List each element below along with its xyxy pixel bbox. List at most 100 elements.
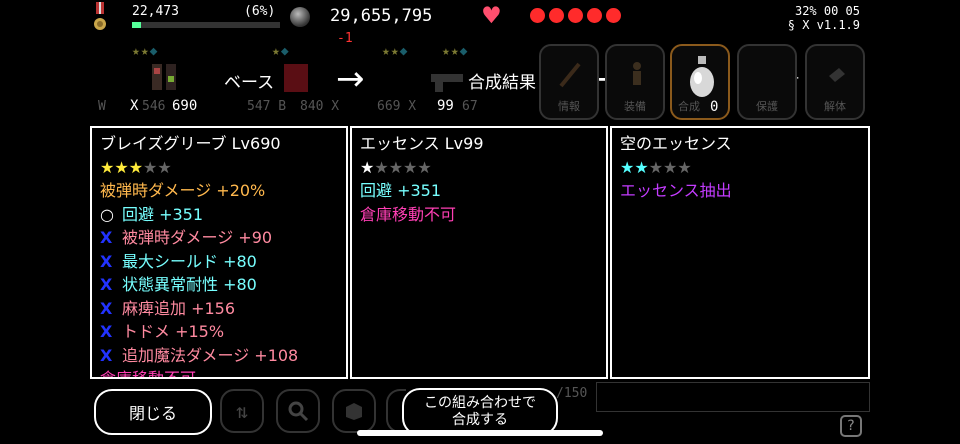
storage-button[interactable] <box>332 389 376 433</box>
base-sub-stat: X 最大シールド +80 <box>100 250 338 274</box>
base-sub-stat: ○ 回避 +351 <box>100 203 338 227</box>
sub-stat-text: 被弾時ダメージ +90 <box>122 228 273 247</box>
xp-progress-fill <box>132 22 141 28</box>
material-item-title: エッセンス Lv99 <box>360 134 484 153</box>
material-slot-level[interactable]: 99 <box>437 98 454 114</box>
sort-arrows-icon: ⇅ <box>235 399 249 423</box>
sort-button[interactable]: ⇅ <box>220 389 264 433</box>
slot4-ghost: 669 X <box>377 99 417 114</box>
tab-compose-label: 合成 <box>678 100 700 113</box>
base-slot-prefix: X <box>130 98 139 114</box>
gold-amount: 29,655,795 <box>330 6 433 26</box>
result-label: 合成結果 <box>468 73 536 93</box>
sword-icon <box>559 62 581 88</box>
base-item-title: ブレイズグリーブ Lv690 <box>100 134 281 153</box>
slot2-ghost: 547 B <box>247 99 287 114</box>
base-slot-stars: ★★◆ <box>132 44 159 59</box>
base-item-rarity: ★★★★★ <box>100 156 338 180</box>
sub-stat-text: 最大シールド +80 <box>122 251 257 271</box>
tab-equip[interactable]: 装備 <box>605 44 665 120</box>
result-item-rarity: ★★★★★ <box>620 156 860 180</box>
rarity-stars-empty: ★★★★ <box>374 157 432 177</box>
tab-compose[interactable]: 合成 0 <box>670 44 730 120</box>
compose-button-line1: この組み合わせで <box>424 395 536 411</box>
inactive-mark-icon: X <box>100 228 113 247</box>
heart-icon: ♥ <box>483 0 500 32</box>
active-mark-icon: ○ <box>100 204 114 224</box>
sub-stat-text: 回避 +351 <box>122 204 204 224</box>
magnifier-icon <box>288 401 309 422</box>
compose-button-line2: 合成する <box>452 412 508 428</box>
rarity-stars-filled: ★ <box>360 157 375 177</box>
material-stat: 回避 +351 <box>360 181 442 200</box>
tab-compose-count: 0 <box>710 99 719 115</box>
material-item-rarity: ★★★★★ <box>360 156 598 180</box>
gun-sprite-icon <box>431 74 463 92</box>
home-indicator <box>357 430 603 436</box>
material-item-panel: エッセンス Lv99 ★★★★★ 回避 +351 倉庫移動不可 <box>350 126 608 379</box>
medal-icon <box>94 2 106 30</box>
search-button[interactable] <box>276 389 320 433</box>
tab-dismantle[interactable]: 解体 <box>805 44 865 120</box>
base-slot-level[interactable]: 690 <box>172 98 197 114</box>
xp-percent: (6%) <box>244 4 276 19</box>
hp-dots <box>530 8 621 23</box>
rarity-stars-empty: ★★ <box>143 157 172 177</box>
hp-dot <box>530 8 545 23</box>
inactive-mark-icon: X <box>100 275 113 294</box>
base-sub-stat: X 被弾時ダメージ +90 <box>100 226 338 250</box>
tab-protect-label: 保護 <box>756 100 778 113</box>
slot2-stars: ★◆ <box>272 44 290 59</box>
tab-info[interactable]: 情報 <box>539 44 599 120</box>
system-info: 32% 00 05 § X v1.1.9 <box>788 4 860 32</box>
version-label: § X v1.1.9 <box>787 18 860 32</box>
hp-dot <box>568 8 583 23</box>
base-sub-stat: X 麻痺追加 +156 <box>100 297 338 321</box>
greaves-sprite-icon <box>152 64 176 90</box>
rarity-stars-filled: ★★★ <box>100 157 144 177</box>
base-sub-stat: X トドメ +15% <box>100 320 338 344</box>
armor-sprite-icon <box>284 64 308 92</box>
tab-protect[interactable]: 保護 <box>737 44 797 120</box>
hp-dot <box>549 8 564 23</box>
right-letterbox <box>880 0 960 444</box>
essence-vase-icon <box>690 56 714 97</box>
capacity-label: /150 <box>556 386 588 401</box>
material-slot-ghost-level: 67 <box>462 99 478 114</box>
result-note: エッセンス抽出 <box>620 181 732 200</box>
tab-dismantle-label: 解体 <box>824 100 846 113</box>
battery-time: 32% 00 05 <box>794 4 860 18</box>
composition-row: ★★◆ ★◆ ★★◆ ★★◆ W X 546 690 547 B 840 X 6… <box>92 44 512 120</box>
capacity-box <box>596 382 870 412</box>
box-icon <box>346 403 362 420</box>
inactive-mark-icon: X <box>100 345 113 365</box>
compose-button[interactable]: この組み合わせで 合成する <box>402 388 558 436</box>
inactive-mark-icon: X <box>100 298 113 318</box>
rarity-stars-filled: ★★ <box>620 157 649 177</box>
base-sub-stats: ○ 回避 +351 X 被弾時ダメージ +90 X 最大シールド +80 X 状態異常耐性 +… <box>100 203 338 368</box>
material-note: 倉庫移動不可 <box>360 204 457 224</box>
base-main-stat: 被弾時ダメージ +20% <box>100 181 266 200</box>
result-item-panel: 空のエッセンス ★★★★★ エッセンス抽出 <box>610 126 870 379</box>
base-slot-ghost-level: 546 <box>142 99 166 114</box>
sub-stat-text: 状態異常耐性 +80 <box>122 275 257 294</box>
slot3-stars: ★★◆ <box>382 44 409 59</box>
base-sub-stat: X 状態異常耐性 +80 <box>100 273 338 297</box>
help-button[interactable]: ? <box>840 415 862 437</box>
base-slot-ghost-letter: W <box>98 99 106 114</box>
xp-progress-bar <box>132 22 280 28</box>
hp-dot <box>587 8 602 23</box>
close-button[interactable]: 閉じる <box>94 389 212 435</box>
hp-dot <box>606 8 621 23</box>
xp-value: 22,473 <box>132 4 179 19</box>
sub-stat-text: 追加魔法ダメージ +108 <box>122 345 299 365</box>
figure-icon <box>633 62 641 85</box>
gold-orb-icon <box>290 7 310 27</box>
base-item-panel: ブレイズグリーブ Lv690 ★★★★★ 被弾時ダメージ +20% ○ 回避 +3… <box>90 126 348 379</box>
base-footer-note: 倉庫移動不可 <box>100 369 197 379</box>
sub-stat-text: トドメ +15% <box>122 322 225 341</box>
slot4-stars: ★★◆ <box>442 44 469 59</box>
base-label: ベース <box>224 73 275 93</box>
sub-stat-text: 麻痺追加 +156 <box>122 298 236 318</box>
tab-info-label: 情報 <box>558 100 580 113</box>
